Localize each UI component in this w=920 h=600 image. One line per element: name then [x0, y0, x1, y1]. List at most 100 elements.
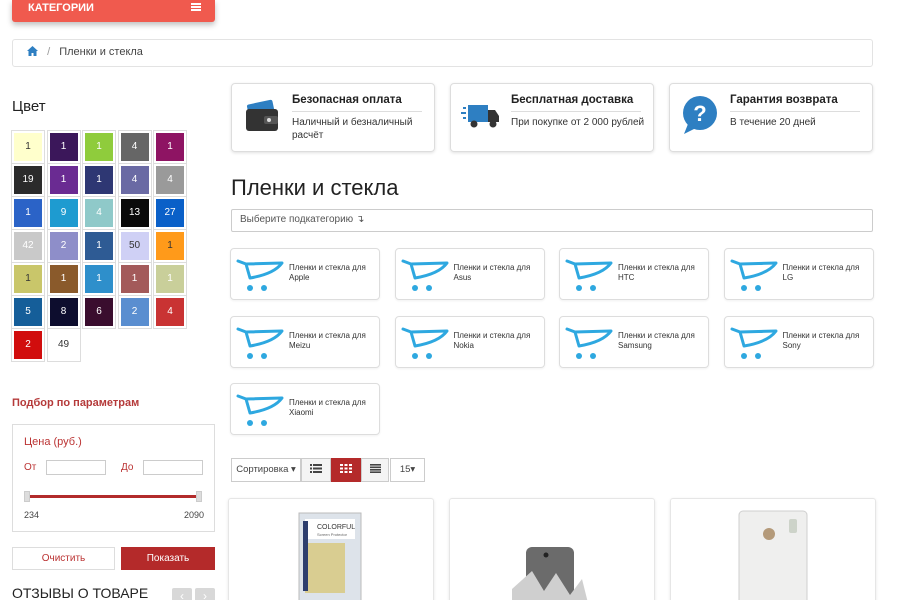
- subcategory-select[interactable]: Выберите подкатегорию ↴: [231, 209, 873, 232]
- subcategory-card[interactable]: Пленки и стекла для Nokia: [394, 315, 545, 368]
- wallet-icon: [246, 99, 278, 131]
- hamburger-icon: [191, 3, 201, 11]
- feature-desc: При покупке от 2 000 рублей: [511, 117, 645, 128]
- color-swatch[interactable]: 2: [11, 328, 45, 362]
- color-swatch[interactable]: 42: [11, 229, 45, 263]
- product-card[interactable]: [449, 498, 655, 600]
- color-swatch[interactable]: 4: [117, 130, 152, 164]
- color-swatch[interactable]: 6: [82, 295, 116, 329]
- feature-desc: Наличный и безналичный расчёт: [292, 117, 413, 141]
- color-swatch[interactable]: 2: [46, 229, 81, 263]
- color-swatch[interactable]: 4: [153, 295, 187, 329]
- price-slider-min-handle[interactable]: [24, 491, 30, 502]
- price-to-input[interactable]: [143, 460, 203, 475]
- product-card[interactable]: COLORFUL Screen Protector: [228, 498, 434, 600]
- svg-text:?: ?: [693, 101, 706, 126]
- subcategory-label: Пленки и стекла для Apple: [289, 263, 366, 282]
- shopping-cart-icon: [565, 327, 613, 359]
- color-swatch[interactable]: 1: [11, 262, 45, 296]
- color-swatch[interactable]: 9: [46, 196, 81, 230]
- color-swatch[interactable]: 1: [46, 130, 81, 164]
- subcategory-card[interactable]: Пленки и стекла для Xiaomi: [230, 383, 380, 435]
- feature-return-guarantee: ? Гарантия возврата В течение 20 дней: [669, 83, 873, 152]
- color-swatch[interactable]: 1: [153, 130, 187, 164]
- reviews-prev-button[interactable]: ‹: [172, 588, 192, 600]
- clear-filter-button[interactable]: Очистить: [12, 547, 115, 570]
- price-min-value: 234: [24, 510, 40, 520]
- feature-free-delivery: Бесплатная доставка При покупке от 2 000…: [450, 83, 654, 152]
- feature-title: Безопасная оплата: [292, 94, 402, 106]
- shopping-cart-icon: [236, 259, 284, 291]
- per-page-dropdown[interactable]: 15▾: [390, 458, 425, 482]
- color-swatch[interactable]: 1: [82, 130, 116, 164]
- subcategory-card[interactable]: Пленки и стекла для Apple: [230, 248, 380, 300]
- subcategory-card[interactable]: Пленки и стекла для Asus: [394, 248, 545, 300]
- color-swatch[interactable]: 1: [11, 196, 45, 230]
- price-max-value: 2090: [184, 510, 205, 520]
- reviews-next-button[interactable]: ›: [195, 588, 215, 600]
- price-to-label: До: [121, 462, 134, 473]
- product-card[interactable]: [670, 498, 876, 600]
- color-swatch[interactable]: 1: [46, 262, 81, 296]
- compact-list-icon: [369, 464, 381, 473]
- color-swatch[interactable]: 1: [46, 163, 81, 197]
- subcategory-card[interactable]: Пленки и стекла для Samsung: [559, 315, 709, 368]
- color-swatch[interactable]: 1: [153, 262, 187, 296]
- color-filter-title: Цвет: [12, 98, 46, 115]
- subcategory-label: Пленки и стекла для Nokia: [453, 330, 531, 350]
- price-slider-track[interactable]: [26, 495, 198, 498]
- product-image: COLORFUL Screen Protector: [298, 512, 362, 600]
- question-bubble-icon: ?: [683, 96, 717, 134]
- color-swatch[interactable]: 2: [117, 295, 152, 329]
- subcategory-label: Пленки и стекла для Meizu: [289, 330, 366, 350]
- feature-title: Гарантия возврата: [730, 94, 838, 106]
- color-swatch[interactable]: 50: [117, 229, 152, 263]
- svg-text:Screen Protector: Screen Protector: [317, 532, 348, 537]
- subcategory-card[interactable]: Пленки и стекла для Meizu: [230, 315, 380, 368]
- color-swatch[interactable]: 1: [82, 262, 116, 296]
- categories-label: КАТЕГОРИИ: [28, 2, 94, 14]
- shopping-cart-icon: [401, 327, 448, 359]
- price-label: Цена (руб.): [24, 436, 82, 448]
- product-image: [738, 510, 808, 600]
- shopping-cart-icon: [236, 327, 284, 359]
- color-swatch[interactable]: 4: [82, 196, 116, 230]
- categories-menu-button[interactable]: КАТЕГОРИИ: [12, 0, 215, 22]
- color-swatch[interactable]: 1: [11, 130, 45, 164]
- subcategory-card[interactable]: Пленки и стекла для Sony: [723, 315, 874, 368]
- feature-desc: В течение 20 дней: [730, 117, 816, 128]
- price-slider-max-handle[interactable]: [196, 491, 202, 502]
- price-from-input[interactable]: [46, 460, 106, 475]
- delivery-truck-icon: [461, 105, 499, 128]
- subcategory-card[interactable]: Пленки и стекла для HTC: [559, 248, 709, 300]
- sort-dropdown[interactable]: Сортировка ▾: [231, 458, 301, 482]
- color-swatch[interactable]: 1: [117, 262, 152, 296]
- view-compact-button[interactable]: [361, 458, 389, 482]
- breadcrumb-separator: /: [47, 46, 51, 58]
- list-icon: [310, 464, 322, 473]
- color-swatch[interactable]: 1: [82, 163, 116, 197]
- show-results-button[interactable]: Показать: [121, 547, 215, 570]
- color-swatch[interactable]: 4: [117, 163, 152, 197]
- breadcrumb-current: Пленки и стекла: [59, 46, 143, 58]
- color-swatch[interactable]: 4: [153, 163, 187, 197]
- product-image: [512, 547, 588, 600]
- color-swatch[interactable]: 1: [82, 229, 116, 263]
- subcategory-label: Пленки и стекла для Samsung: [618, 330, 695, 350]
- color-swatch[interactable]: 27: [153, 196, 187, 230]
- view-grid-button[interactable]: [331, 458, 361, 482]
- color-swatch[interactable]: 19: [11, 163, 45, 197]
- home-icon[interactable]: [27, 46, 38, 56]
- view-list-button[interactable]: [301, 458, 331, 482]
- color-swatch[interactable]: 5: [11, 295, 45, 329]
- svg-text:COLORFUL: COLORFUL: [317, 524, 355, 531]
- subcategory-label: Пленки и стекла для LG: [782, 263, 860, 282]
- color-swatch[interactable]: 13: [117, 196, 152, 230]
- subcategory-card[interactable]: Пленки и стекла для LG: [723, 248, 874, 300]
- color-swatch[interactable]: 49: [46, 328, 81, 362]
- shopping-cart-icon: [730, 327, 777, 359]
- per-page-value: 15: [399, 464, 411, 475]
- shopping-cart-icon: [236, 394, 284, 426]
- color-swatch[interactable]: 1: [153, 229, 187, 263]
- color-swatch[interactable]: 8: [46, 295, 81, 329]
